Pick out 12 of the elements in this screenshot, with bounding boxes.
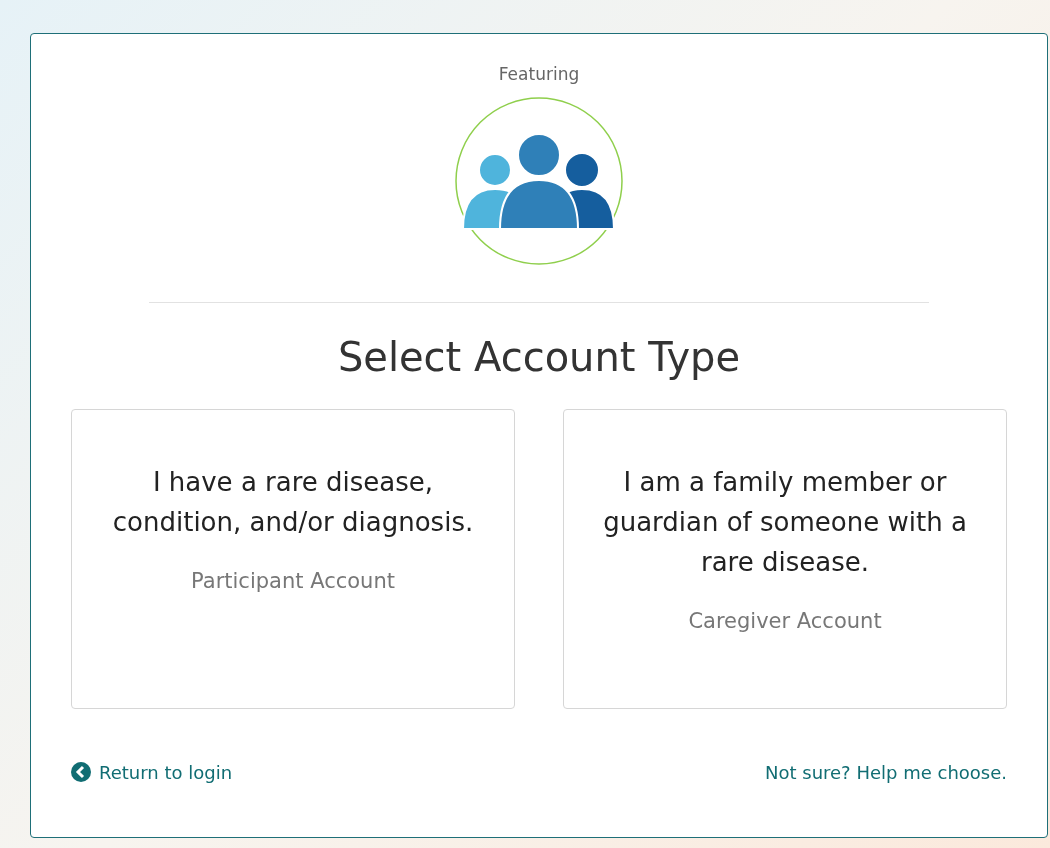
account-option-card[interactable]: I have a rare disease, condition, and/or diagnosis. Participant Account <box>71 408 515 709</box>
featuring-label: Featuring <box>498 64 580 84</box>
help-me-choose-link[interactable]: Not sure? Help me choose. <box>765 758 1007 786</box>
account-type-label: Participant Account <box>190 567 396 595</box>
return-to-login-link[interactable]: Return to login <box>71 758 233 786</box>
people-logo-icon <box>454 95 624 266</box>
chevron-left-circle-icon <box>71 762 91 782</box>
account-type-label: Caregiver Account <box>687 607 883 635</box>
page-title: Select Account Type <box>336 332 742 381</box>
option-description: I have a rare disease, condition, and/or diagnosis. <box>111 465 475 539</box>
option-description: I am a family member or guardian of someone with a rare disease. <box>602 465 968 579</box>
account-option-card[interactable]: I am a family member or guardian of someone with a rare disease. Caregiver Account <box>563 408 1007 709</box>
